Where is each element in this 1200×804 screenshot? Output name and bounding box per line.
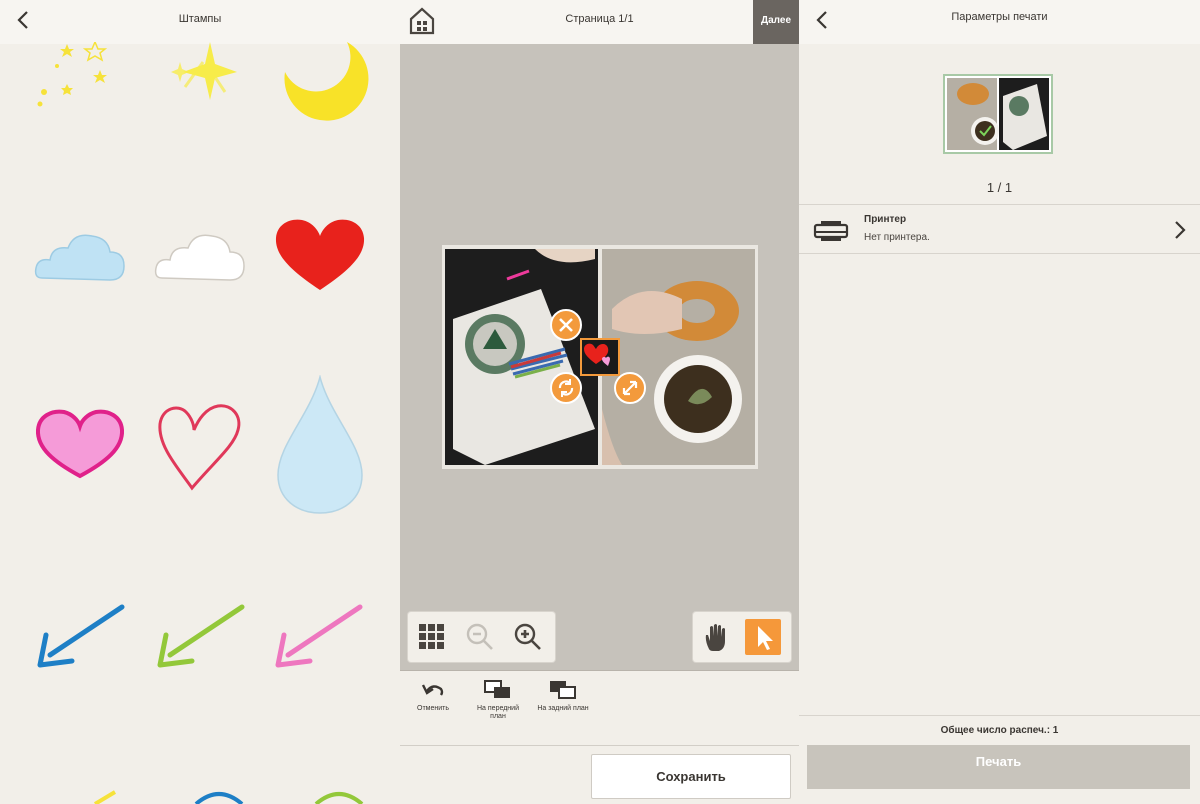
stamp-cloud-white-icon[interactable] (152, 210, 252, 310)
view-toolbox (408, 612, 555, 662)
stamp-cloud-blue-icon[interactable] (32, 210, 132, 310)
printer-status: Нет принтера. (864, 232, 930, 243)
save-button[interactable]: Сохранить (591, 754, 791, 799)
zoom-in-icon[interactable] (510, 619, 546, 655)
send-back-label: На задний план (537, 705, 589, 712)
stamp-heart-outline-icon[interactable] (152, 398, 252, 498)
bring-to-front-icon (484, 680, 510, 698)
layer-toolbar: Отменить На передний план На задний план (400, 670, 799, 745)
grid-icon[interactable] (414, 619, 450, 655)
stamp-sparkle-icon[interactable] (155, 42, 255, 142)
printer-title: Принтер (864, 214, 907, 225)
hand-icon[interactable] (699, 619, 735, 655)
undo-tool[interactable]: Отменить (410, 679, 456, 713)
selected-stamp[interactable] (580, 338, 620, 376)
stamp-drop-icon[interactable] (270, 375, 370, 517)
select-mode-button[interactable] (745, 619, 781, 655)
printer-selector[interactable]: Принтер Нет принтера. (799, 204, 1200, 254)
print-panel: Параметры печати 1 / 1 Принтер Нет принт… (799, 0, 1200, 804)
stamp-arrow-blue-icon[interactable] (32, 595, 132, 695)
undo-icon (421, 684, 444, 696)
editor-panel: Страница 1/1 Далее Отменить На передний … (400, 0, 799, 804)
print-button[interactable]: Печать (807, 745, 1190, 789)
stamp-arrow-green-icon[interactable] (152, 595, 252, 695)
stamp-moon-icon[interactable] (270, 42, 370, 142)
undo-label: Отменить (417, 705, 449, 712)
editor-title: Страница 1/1 (565, 13, 634, 25)
next-button[interactable]: Далее (753, 0, 799, 44)
total-prints: Общее число распеч.: 1 (799, 715, 1200, 745)
stamp-stars-icon[interactable] (22, 42, 122, 142)
save-area: Сохранить (400, 745, 799, 804)
stamp-heart-pink-icon[interactable] (32, 398, 132, 498)
stamp-arrow-pink-icon[interactable] (270, 595, 370, 695)
print-header: Параметры печати (799, 0, 1200, 44)
photo-bagel-tea[interactable] (602, 249, 755, 465)
resize-stamp-button[interactable] (614, 372, 646, 404)
send-to-back-icon (550, 681, 576, 699)
bring-front-label: На передний план (477, 705, 519, 720)
stamp-partial-yellow-icon[interactable] (90, 790, 190, 804)
print-title: Параметры печати (951, 11, 1048, 23)
bring-front-tool[interactable]: На передний план (470, 679, 526, 721)
stamp-heart-red-icon[interactable] (270, 210, 370, 310)
rotate-stamp-button[interactable] (550, 372, 582, 404)
print-preview-thumbnail (943, 74, 1053, 154)
printer-icon (813, 221, 849, 241)
stamps-header: Штампы (0, 0, 400, 44)
cursor-arrow-icon (758, 626, 773, 650)
editor-canvas[interactable] (400, 44, 799, 670)
stamp-partial-blue-icon[interactable] (192, 790, 246, 804)
stamp-partial-green-icon[interactable] (312, 790, 366, 804)
chevron-right-icon (1175, 221, 1186, 239)
stamps-title: Штампы (178, 13, 222, 25)
page-counter: 1 / 1 (986, 180, 1013, 195)
remove-stamp-button[interactable] (550, 309, 582, 341)
zoom-out-icon[interactable] (462, 619, 498, 655)
stamps-panel: Штампы (0, 0, 400, 804)
editor-header: Страница 1/1 Далее (400, 0, 799, 44)
send-back-tool[interactable]: На задний план (533, 679, 593, 713)
mode-toolbox (693, 612, 791, 662)
photo-coloring-book[interactable] (445, 249, 598, 465)
